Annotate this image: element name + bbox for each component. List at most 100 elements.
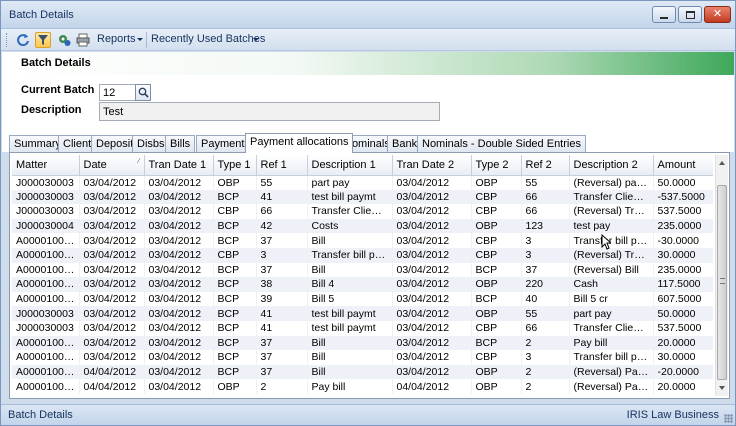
column-header-type-1[interactable]: Type 1 [213,155,257,176]
cell-tran-date-1[interactable]: 03/04/2012 [144,277,214,292]
cell-amount[interactable]: -20.0000 [653,364,713,380]
cell-matter[interactable]: A000010001 [12,277,80,292]
cell-description-1[interactable]: Bill [307,350,393,365]
cell-tran-date-2[interactable]: 03/04/2012 [392,175,472,190]
cell-date[interactable]: 03/04/2012 [79,306,145,321]
cell-matter[interactable]: A000010001 [12,364,80,380]
cell-ref-2[interactable]: 66 [521,204,570,219]
scroll-up-icon[interactable] [719,161,725,165]
cell-ref-2[interactable]: 3 [521,350,570,365]
cell-amount[interactable]: 20.0000 [653,379,713,394]
cell-tran-date-1[interactable]: 03/04/2012 [144,175,214,190]
cell-ref-2[interactable]: 2 [521,379,570,394]
cell-ref-2[interactable]: 40 [521,291,570,307]
cell-type-2[interactable]: CBP [471,320,522,336]
cell-type-2[interactable]: OBP [471,379,522,394]
recent-dropdown-icon[interactable] [253,38,259,41]
minimize-button[interactable] [652,6,676,23]
table-row[interactable]: J000030004 03/04/2012 03/04/2012 BCP 42 Costs… [12,218,713,234]
cell-type-1[interactable]: OBP [213,175,257,190]
cell-ref-1[interactable]: 37 [256,364,308,380]
cell-matter[interactable]: J000030003 [12,320,80,336]
cell-description-1[interactable]: test bill paymt [307,189,393,205]
table-row[interactable]: J000030003 03/04/2012 03/04/2012 BCP 41 test … [12,320,713,336]
cell-date[interactable]: 03/04/2012 [79,247,145,263]
cell-tran-date-2[interactable]: 03/04/2012 [392,350,472,365]
refresh-icon[interactable] [15,32,31,48]
cell-tran-date-1[interactable]: 03/04/2012 [144,306,214,321]
cell-date[interactable]: 03/04/2012 [79,204,145,219]
cell-type-1[interactable]: CBP [213,247,257,263]
cell-description-2[interactable]: (Reversal) Pay bill [569,379,654,394]
cell-matter[interactable]: A000010001 [12,379,80,394]
cell-amount[interactable]: 20.0000 [653,335,713,351]
printer-icon[interactable] [75,32,91,48]
cell-description-2[interactable]: test pay [569,218,654,234]
table-row[interactable]: A000010001 03/04/2012 03/04/2012 BCP 37 Bill 0… [12,335,713,351]
cell-description-2[interactable]: (Reversal) Bill [569,262,654,278]
cell-type-2[interactable]: OBP [471,218,522,234]
cell-tran-date-1[interactable]: 03/04/2012 [144,247,214,263]
cell-type-1[interactable]: BCP [213,320,257,336]
cell-ref-1[interactable]: 3 [256,247,308,263]
table-row[interactable]: A000010001 04/04/2012 03/04/2012 BCP 37 Bill 0… [12,364,713,380]
column-header-tran-date-1[interactable]: Tran Date 1 [144,155,214,176]
cell-type-1[interactable]: BCP [213,306,257,321]
cell-ref-1[interactable]: 41 [256,306,308,321]
cell-tran-date-2[interactable]: 03/04/2012 [392,291,472,307]
cell-ref-1[interactable]: 37 [256,350,308,365]
cell-tran-date-1[interactable]: 03/04/2012 [144,189,214,205]
cell-amount[interactable]: -537.5000 [653,189,713,205]
filter-icon[interactable] [35,32,51,48]
cell-type-2[interactable]: OBP [471,175,522,190]
cell-ref-1[interactable]: 41 [256,320,308,336]
description-field[interactable]: Test [99,102,440,121]
cell-tran-date-1[interactable]: 03/04/2012 [144,335,214,351]
cell-matter[interactable]: A000010001 [12,233,80,248]
table-row[interactable]: A000010001 03/04/2012 03/04/2012 BCP 37 Bill 0… [12,262,713,278]
cell-type-2[interactable]: OBP [471,277,522,292]
cell-date[interactable]: 03/04/2012 [79,189,145,205]
cell-ref-2[interactable]: 55 [521,175,570,190]
cell-amount[interactable]: 30.0000 [653,247,713,263]
scroll-down-icon[interactable] [719,386,725,390]
cell-matter[interactable]: A000010001 [12,335,80,351]
cell-description-1[interactable]: Costs [307,218,393,234]
cell-date[interactable]: 03/04/2012 [79,335,145,351]
cell-type-1[interactable]: BCP [213,277,257,292]
cell-amount[interactable]: 537.5000 [653,320,713,336]
cell-description-1[interactable]: Bill [307,335,393,351]
maximize-button[interactable] [678,6,702,23]
cell-amount[interactable]: 607.5000 [653,291,713,307]
table-row[interactable]: J000030003 03/04/2012 03/04/2012 BCP 41 test … [12,189,713,205]
cell-tran-date-2[interactable]: 03/04/2012 [392,262,472,278]
cell-type-2[interactable]: CBP [471,247,522,263]
cell-description-2[interactable]: (Reversal) Pay bill [569,364,654,380]
cell-ref-1[interactable]: 42 [256,218,308,234]
cell-type-2[interactable]: CBP [471,233,522,248]
cell-date[interactable]: 03/04/2012 [79,175,145,190]
cell-tran-date-2[interactable]: 03/04/2012 [392,218,472,234]
cell-tran-date-1[interactable]: 03/04/2012 [144,364,214,380]
cell-ref-1[interactable]: 66 [256,204,308,219]
table-row[interactable]: J000030003 03/04/2012 03/04/2012 OBP 55 part … [12,175,713,190]
cell-type-1[interactable]: BCP [213,233,257,248]
recently-used-batches-menu[interactable]: Recently Used Batches [151,33,265,45]
table-row[interactable]: A000010001 04/04/2012 03/04/2012 OBP 2 Pay bi… [12,379,713,394]
cell-ref-1[interactable]: 38 [256,277,308,292]
cell-matter[interactable]: J000030003 [12,175,80,190]
cell-amount[interactable]: -30.0000 [653,233,713,248]
cell-date[interactable]: 04/04/2012 [79,379,145,394]
cell-type-1[interactable]: BCP [213,350,257,365]
cell-description-1[interactable]: Bill 4 [307,277,393,292]
cell-tran-date-1[interactable]: 03/04/2012 [144,320,214,336]
cell-amount[interactable]: 235.0000 [653,262,713,278]
tab-nominals-double-sided[interactable]: Nominals - Double Sided Entries [417,135,586,152]
cell-description-1[interactable]: Pay bill [307,379,393,394]
column-header-type-2[interactable]: Type 2 [471,155,522,176]
column-header-description-1[interactable]: Description 1 [307,155,393,176]
reports-dropdown-icon[interactable] [137,38,143,41]
cell-matter[interactable]: A000010001 [12,291,80,307]
cell-matter[interactable]: J000030003 [12,189,80,205]
cell-matter[interactable]: J000030003 [12,306,80,321]
